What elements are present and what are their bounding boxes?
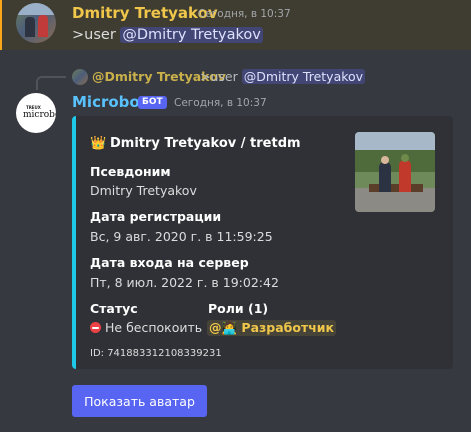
field-roles-name: Роли (1): [208, 301, 269, 316]
message-content: >user @Dmitry Tretyakov: [72, 27, 263, 43]
message-user-command: Dmitry Tretyakov Сегодня, в 10:37 >user …: [0, 0, 471, 50]
embed-footer: ID: 741883312108339231: [90, 348, 222, 359]
field-joined-name: Дата входа на сервер: [90, 255, 249, 270]
field-status-name: Статус: [90, 301, 138, 316]
user-mention[interactable]: @Dmitry Tretyakov: [120, 27, 263, 43]
show-avatar-button[interactable]: Показать аватар: [72, 385, 207, 417]
field-registered-value: Вс, 9 авг. 2020 г. в 11:59:25: [90, 229, 273, 244]
embed-author: Dmitry Tretyakov / tretdm: [110, 136, 301, 151]
reply-connector: [36, 76, 66, 90]
field-joined-value: Пт, 8 июл. 2022 г. в 19:02:42: [90, 275, 279, 290]
reply-preview[interactable]: >user @Dmitry Tretyakov: [200, 69, 366, 84]
embed-accent-bar: [72, 116, 76, 369]
embed-thumbnail[interactable]: [355, 132, 435, 212]
message-timestamp: Сегодня, в 10:37: [198, 8, 291, 20]
bot-author[interactable]: Microbot: [72, 93, 147, 111]
reply-mention[interactable]: @Dmitry Tretyakov: [241, 69, 366, 84]
mention-highlight-bar: [0, 0, 2, 50]
field-registered-name: Дата регистрации: [90, 209, 222, 224]
status-text: Не беспокоить: [105, 320, 203, 335]
user-avatar[interactable]: [16, 3, 56, 43]
field-nickname-value: Dmitry Tretyakov: [90, 183, 197, 198]
reply-avatar[interactable]: [72, 69, 88, 85]
dnd-status-icon: [90, 322, 101, 333]
bot-avatar[interactable]: TREUX microbot: [16, 93, 56, 133]
bot-avatar-logo: microbot: [23, 110, 56, 120]
field-nickname-name: Псевдоним: [90, 164, 171, 179]
message-author[interactable]: Dmitry Tretyakov: [72, 4, 218, 22]
crown-icon: 👑: [90, 136, 107, 151]
user-info-embed: 👑 Dmitry Tretyakov / tretdm Псевдоним Dm…: [72, 116, 453, 369]
command-text: >user: [72, 27, 116, 43]
bot-message-timestamp: Сегодня, в 10:37: [174, 97, 267, 109]
bot-badge: БОТ: [138, 96, 167, 109]
role-mention[interactable]: @🧑‍💻 Разработчик: [207, 320, 337, 336]
reply-command: >user: [200, 69, 238, 84]
field-status-value: Не беспокоить: [90, 320, 202, 335]
